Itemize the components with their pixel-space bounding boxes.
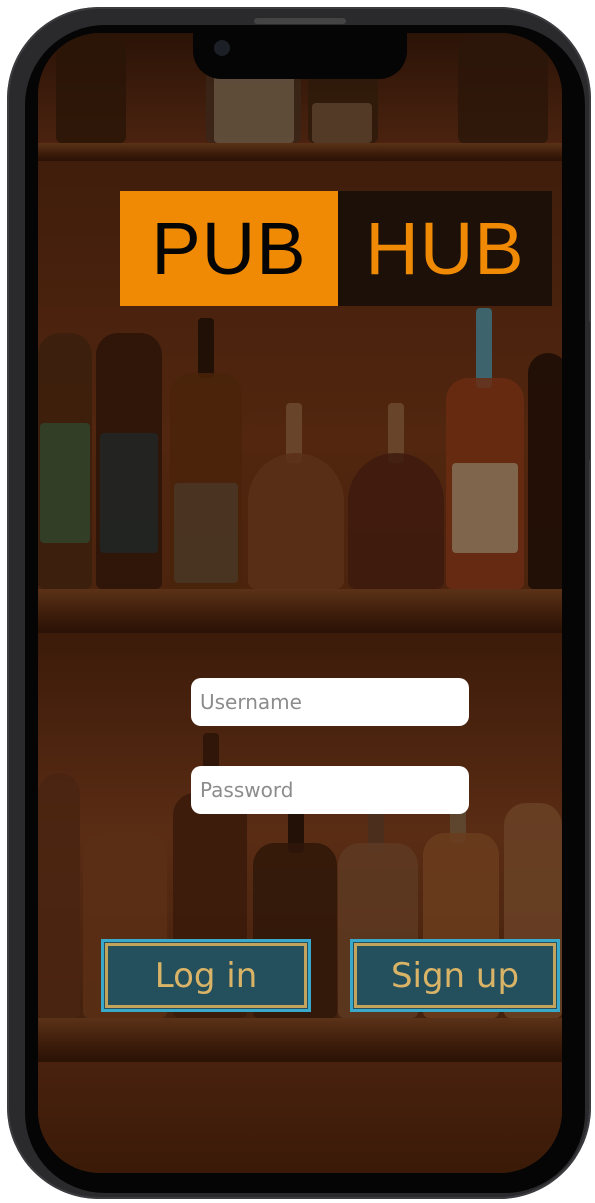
bottle-label (40, 423, 90, 543)
bottle-shape (38, 773, 80, 1018)
bottle-shape (348, 453, 444, 589)
bottle-label (312, 103, 372, 143)
volume-up-button (10, 293, 16, 379)
bottle-shape (458, 33, 548, 143)
earpiece-speaker (254, 18, 346, 24)
app-screen: PUB HUB Log in Sign up (38, 33, 562, 1173)
bottle-shape (248, 453, 344, 589)
action-button (10, 205, 16, 251)
username-input[interactable] (191, 678, 469, 726)
bottle-label (174, 483, 238, 583)
login-button[interactable]: Log in (101, 939, 311, 1012)
volume-down-button (10, 403, 16, 489)
bottle-shape (56, 33, 126, 143)
logo-text-hub: HUB (365, 207, 525, 290)
bottle-shape (528, 353, 562, 589)
password-input[interactable] (191, 766, 469, 814)
pubhub-logo: PUB HUB (120, 191, 552, 306)
bottle-neck (476, 308, 492, 388)
logo-text-pub: PUB (120, 191, 338, 306)
signup-button[interactable]: Sign up (350, 939, 560, 1012)
shelf (38, 143, 562, 161)
bottle-label (452, 463, 518, 553)
shelf (38, 589, 562, 633)
bottle-neck (198, 318, 214, 378)
shelf (38, 1018, 562, 1062)
bottle-label (100, 433, 158, 553)
front-camera (214, 40, 230, 56)
bottle-label (214, 73, 294, 143)
